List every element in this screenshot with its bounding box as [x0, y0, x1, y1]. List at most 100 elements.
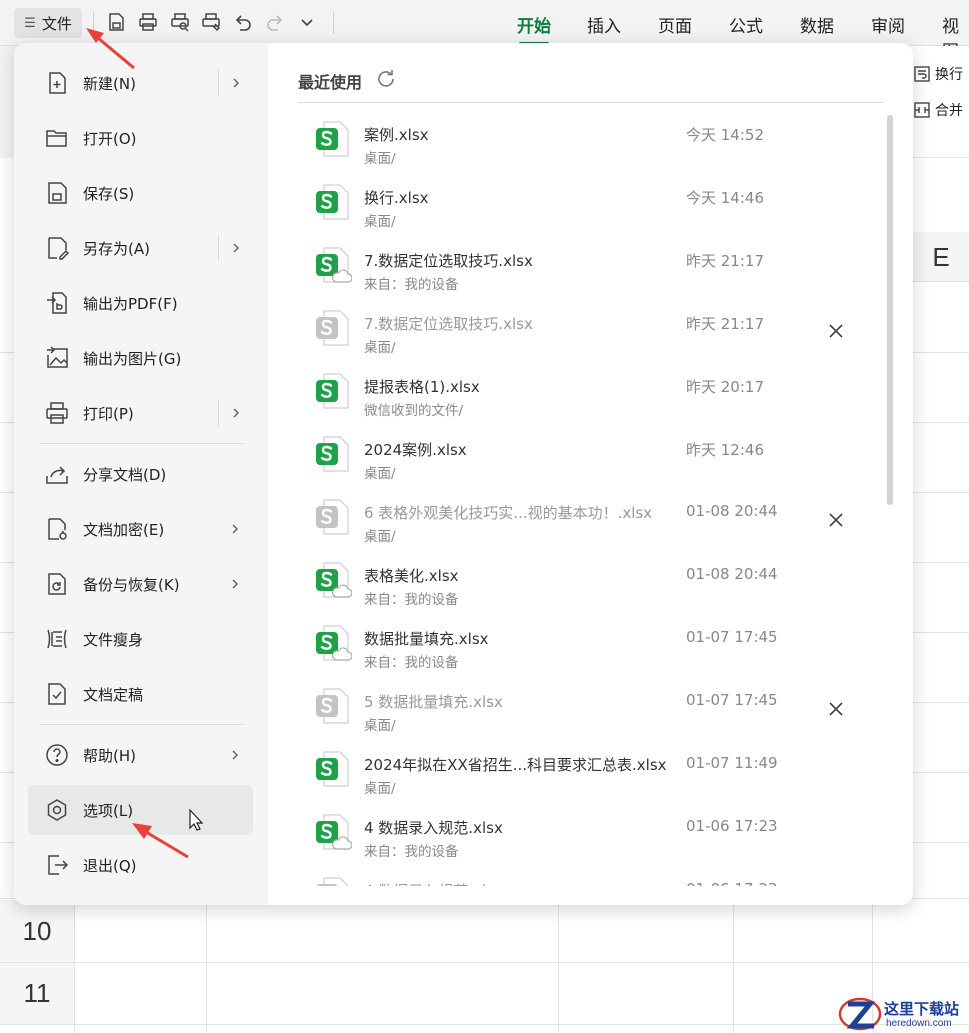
- recent-file-time: 01-07 17:45: [686, 628, 778, 646]
- recent-file-time: 01-06 17:23: [686, 880, 778, 886]
- recent-file-row[interactable]: 2024案例.xlsx 桌面/昨天 12:46: [298, 421, 884, 484]
- file-menu-button[interactable]: ☰ 文件: [14, 8, 82, 38]
- menu-item-label: 输出为PDF(F): [83, 294, 178, 313]
- menu-item-export-pdf[interactable]: 输出为PDF(F): [28, 278, 253, 328]
- recent-file-time: 昨天 21:17: [686, 252, 764, 270]
- recent-file-name: 4 数据录入规范.xlsx: [364, 880, 503, 886]
- row-header-10[interactable]: 10: [0, 900, 74, 962]
- merge-cells-button[interactable]: 合并: [913, 100, 963, 120]
- recent-file-row[interactable]: 数据批量填充.xlsx 来自：我的设备 01-07 17:45: [298, 610, 884, 673]
- chevron-right-icon[interactable]: [218, 742, 252, 768]
- close-icon[interactable]: [824, 319, 848, 343]
- menu-item-save[interactable]: 保存(S): [28, 168, 253, 218]
- menu-item-exit[interactable]: 退出(Q): [28, 840, 253, 890]
- file-menu-label: 文件: [41, 14, 72, 33]
- recent-file-name: 6 表格外观美化技巧实...视的基本功！.xlsx: [364, 504, 653, 522]
- menu-item-help[interactable]: 帮助(H): [28, 730, 253, 780]
- print-icon: [44, 400, 70, 426]
- row-header-11[interactable]: 11: [0, 963, 74, 1024]
- redo-icon[interactable]: [264, 11, 286, 33]
- options-gear-icon: [44, 797, 70, 823]
- recent-file-time: 01-07 17:45: [686, 691, 778, 709]
- recent-file-row[interactable]: 案例.xlsx 桌面/今天 14:52: [298, 106, 884, 169]
- menu-item-label: 打印(P): [83, 404, 134, 423]
- recent-file-time: 01-07 11:49: [686, 754, 778, 772]
- print-preview-icon[interactable]: [169, 11, 191, 33]
- recent-divider: [298, 102, 884, 103]
- tab-formula[interactable]: 公式: [729, 12, 763, 37]
- tab-page[interactable]: 页面: [658, 12, 692, 37]
- chevron-right-icon[interactable]: [218, 571, 252, 597]
- chevron-right-icon[interactable]: [218, 70, 252, 96]
- hamburger-icon: ☰: [24, 15, 36, 31]
- menu-item-print[interactable]: 打印(P): [28, 388, 253, 438]
- recent-file-path: 桌面/: [364, 214, 396, 230]
- column-header-e[interactable]: E: [913, 232, 969, 282]
- menu-item-backup[interactable]: 备份与恢复(K): [28, 559, 253, 609]
- recent-list-scrollbar[interactable]: [887, 115, 893, 505]
- recent-file-time: 今天 14:46: [686, 189, 764, 207]
- recent-file-row[interactable]: 4 数据录入规范.xlsx 01-06 17:23: [298, 862, 884, 886]
- recent-file-name: 提报表格(1).xlsx: [364, 378, 480, 396]
- recent-file-row[interactable]: 6 表格外观美化技巧实...视的基本功！.xlsx 桌面/01-08 20:44: [298, 484, 884, 547]
- menu-item-finalize[interactable]: 文档定稿: [28, 669, 253, 719]
- recent-file-row[interactable]: 表格美化.xlsx 来自：我的设备 01-08 20:44: [298, 547, 884, 610]
- spreadsheet-file-icon: [316, 750, 352, 788]
- share-icon: [44, 461, 70, 487]
- close-icon[interactable]: [824, 697, 848, 721]
- menu-item-new[interactable]: 新建(N): [28, 58, 253, 108]
- recent-file-time: 昨天 12:46: [686, 441, 764, 459]
- chevron-right-icon[interactable]: [218, 400, 252, 426]
- merge-cells-label: 合并: [935, 103, 963, 119]
- recent-file-name: 5 数据批量填充.xlsx: [364, 693, 503, 711]
- recent-file-name: 7.数据定位选取技巧.xlsx: [364, 315, 533, 333]
- chevron-right-icon[interactable]: [218, 516, 252, 542]
- more-dropdown-icon[interactable]: [296, 11, 318, 33]
- menu-item-label: 新建(N): [83, 74, 136, 93]
- format-painter-icon[interactable]: [200, 11, 222, 33]
- menu-item-open[interactable]: 打开(O): [28, 113, 253, 163]
- backup-icon: [44, 571, 70, 597]
- tab-data[interactable]: 数据: [800, 12, 834, 37]
- chevron-right-icon[interactable]: [218, 235, 252, 261]
- recent-file-path: 桌面/: [364, 718, 396, 734]
- recent-file-row[interactable]: 5 数据批量填充.xlsx 桌面/01-07 17:45: [298, 673, 884, 736]
- menu-item-slim-file[interactable]: 文件瘦身: [28, 614, 253, 664]
- recent-file-name: 案例.xlsx: [364, 126, 429, 144]
- spreadsheet-cloud-file-icon: [316, 561, 353, 599]
- recent-file-row[interactable]: 7.数据定位选取技巧.xlsx 来自：我的设备 昨天 21:17: [298, 232, 884, 295]
- spreadsheet-file-icon: [316, 876, 352, 886]
- tab-home[interactable]: 开始: [517, 12, 551, 45]
- close-icon[interactable]: [824, 508, 848, 532]
- menu-item-label: 打开(O): [83, 129, 137, 148]
- menu-item-options[interactable]: 选项(L): [28, 785, 253, 835]
- recent-file-row[interactable]: 提报表格(1).xlsx 微信收到的文件/昨天 20:17: [298, 358, 884, 421]
- new-file-icon: [44, 70, 70, 96]
- wrap-text-button[interactable]: 换行: [913, 64, 963, 84]
- menu-item-encrypt[interactable]: 文档加密(E): [28, 504, 253, 554]
- spreadsheet-cloud-file-icon: [316, 813, 353, 851]
- recent-file-row[interactable]: 7.数据定位选取技巧.xlsx 桌面/昨天 21:17: [298, 295, 884, 358]
- recent-file-time: 今天 14:52: [686, 126, 764, 144]
- menu-item-export-image[interactable]: 输出为图片(G): [28, 333, 253, 383]
- refresh-icon[interactable]: [375, 68, 397, 90]
- save-icon[interactable]: [105, 11, 127, 33]
- menu-divider: [39, 443, 243, 444]
- recent-file-row[interactable]: 2024年拟在XX省招生...科目要求汇总表.xlsx 桌面/01-07 11:4…: [298, 736, 884, 799]
- tab-insert[interactable]: 插入: [587, 12, 621, 37]
- recent-file-row[interactable]: 4 数据录入规范.xlsx 来自：我的设备 01-06 17:23: [298, 799, 884, 862]
- menu-item-label: 文档加密(E): [83, 520, 165, 539]
- recent-file-name: 2024年拟在XX省招生...科目要求汇总表.xlsx: [364, 756, 667, 774]
- tab-review[interactable]: 审阅: [871, 12, 905, 37]
- recent-file-name: 7.数据定位选取技巧.xlsx: [364, 252, 533, 270]
- menu-item-share[interactable]: 分享文档(D): [28, 449, 253, 499]
- recent-file-path: 来自：我的设备: [364, 277, 459, 293]
- recent-file-path: 来自：我的设备: [364, 592, 459, 608]
- toolbar-divider: [93, 12, 94, 34]
- spreadsheet-file-icon: [316, 309, 352, 347]
- undo-icon[interactable]: [232, 11, 254, 33]
- recent-file-row[interactable]: 换行.xlsx 桌面/今天 14:46: [298, 169, 884, 232]
- save-as-icon: [44, 235, 70, 261]
- print-icon[interactable]: [137, 11, 159, 33]
- menu-item-save-as[interactable]: 另存为(A): [28, 223, 253, 273]
